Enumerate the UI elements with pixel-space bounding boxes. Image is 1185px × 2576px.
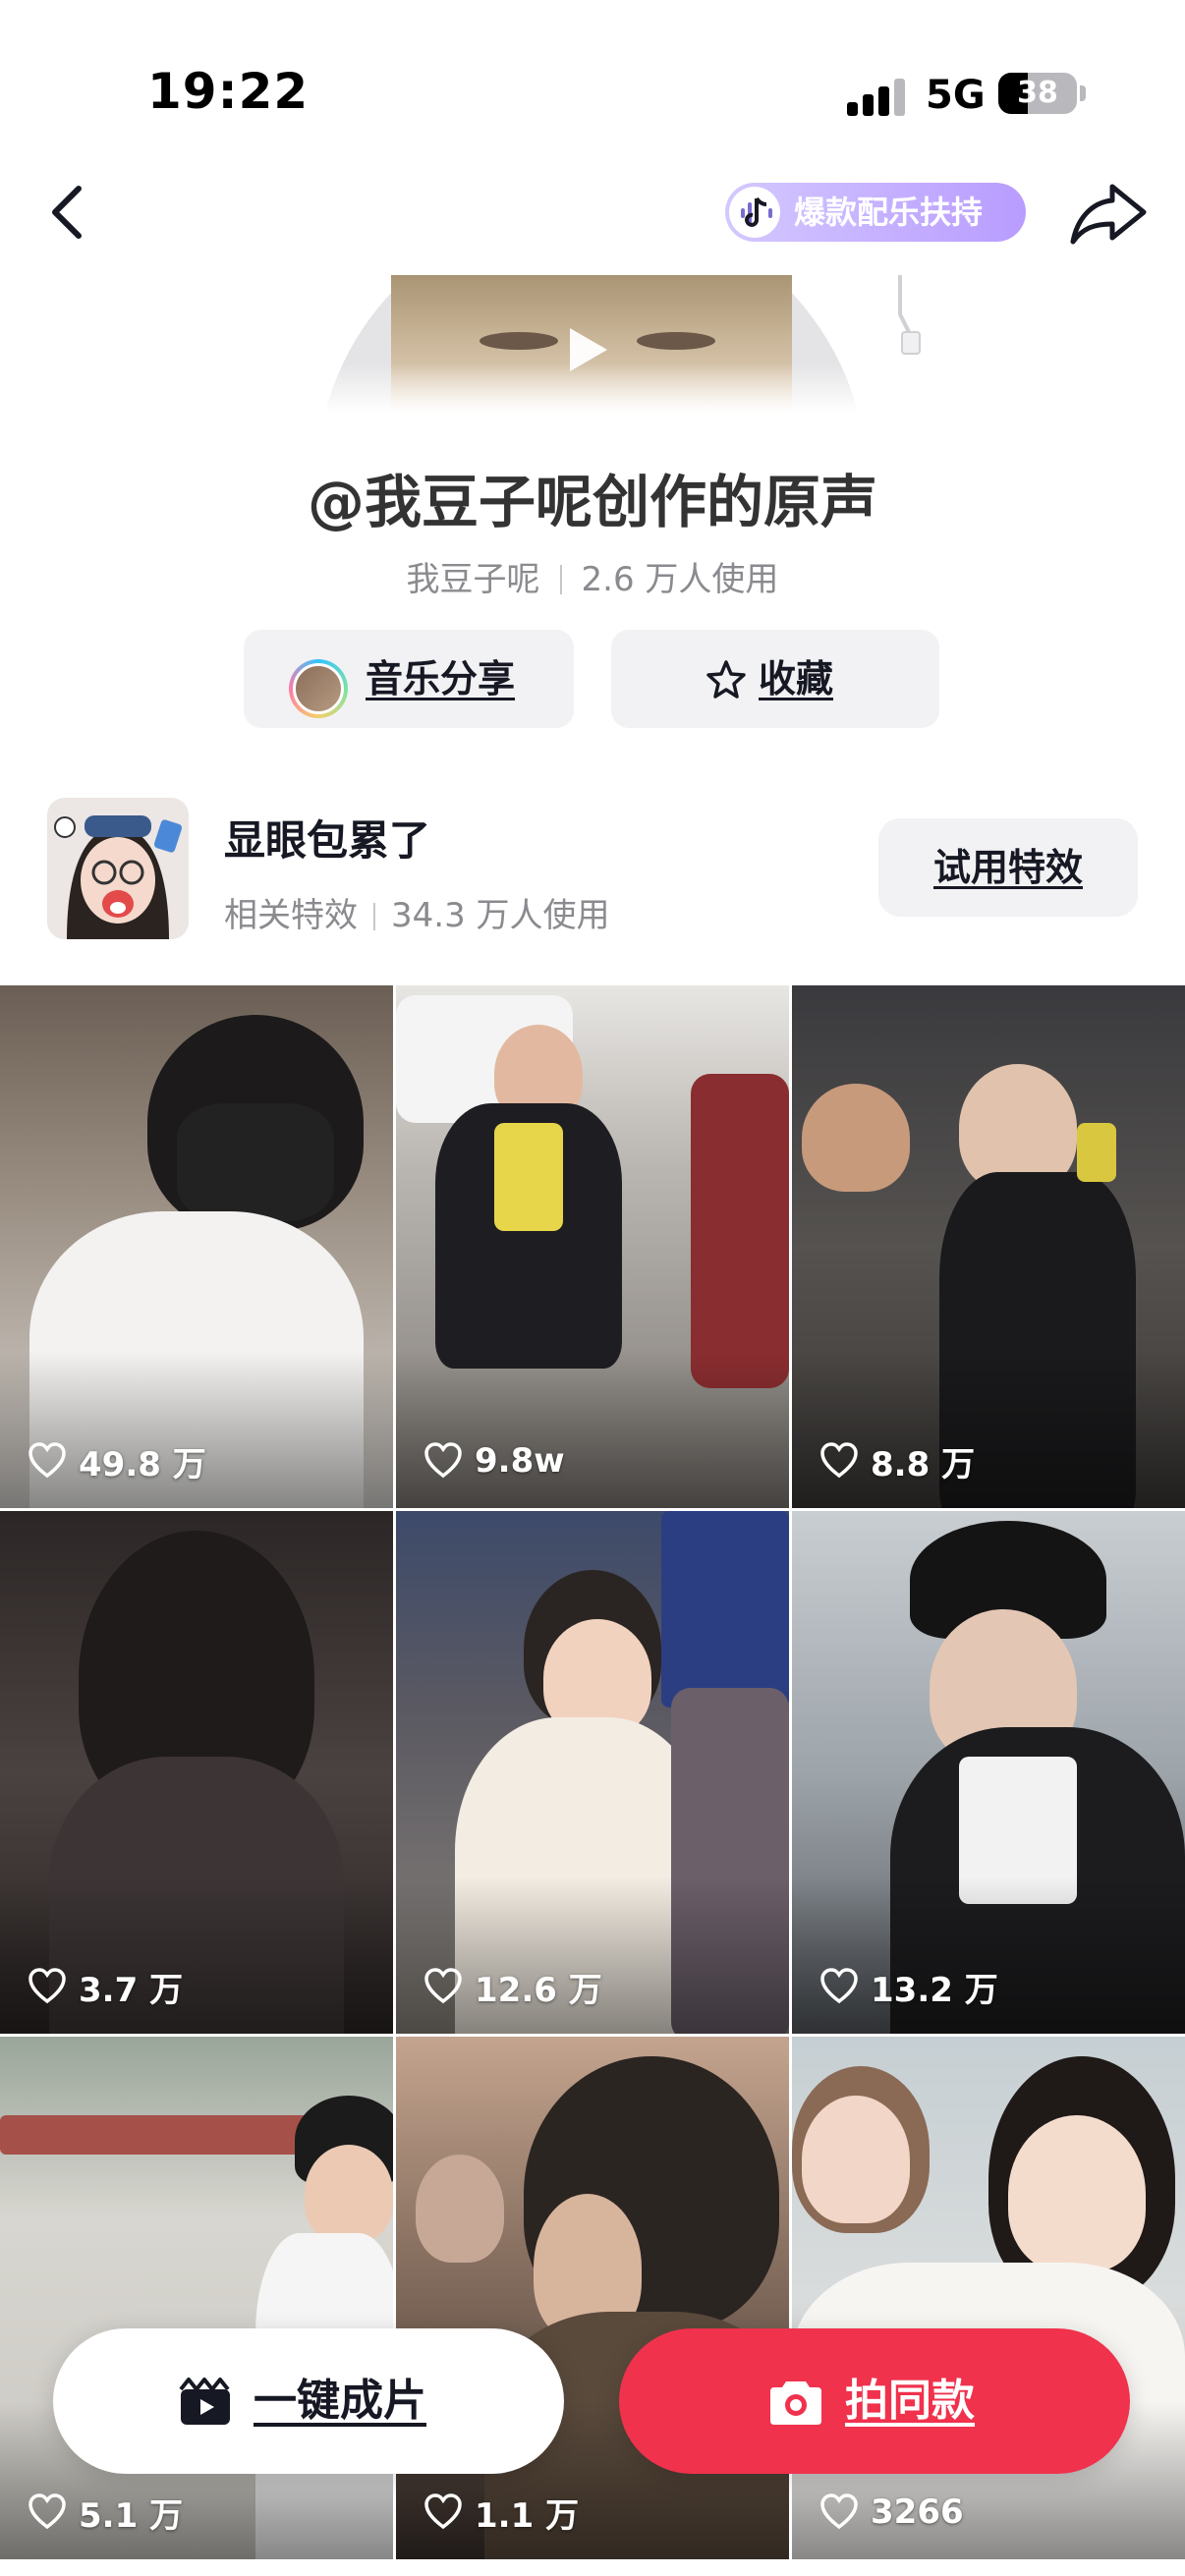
like-count-text: 3.7 万 (79, 1970, 184, 2010)
tonearm-icon (898, 275, 921, 355)
like-count-text: 8.8 万 (871, 1444, 976, 1484)
heart-icon (424, 1442, 462, 1479)
tiktok-music-icon (729, 187, 780, 238)
like-count-text: 3266 (871, 2492, 964, 2532)
divider (373, 903, 375, 930)
battery-tip (1080, 85, 1086, 101)
figure (1077, 1123, 1116, 1182)
video-tile[interactable]: 13.2 万 (792, 1511, 1185, 2034)
like-count: 13.2 万 (819, 1963, 998, 2010)
star-icon (706, 660, 746, 699)
share-arrow-icon (1070, 184, 1147, 245)
tile-shade (396, 1351, 789, 1508)
like-count: 12.6 万 (423, 1963, 602, 2010)
battery-level: 38 (1017, 76, 1058, 110)
music-author[interactable]: 我豆子呢 (407, 560, 540, 599)
like-count: 9.8w (423, 1437, 565, 1484)
like-count: 3266 (819, 2489, 964, 2536)
like-count: 49.8 万 (28, 1437, 206, 1484)
figure (691, 1074, 789, 1388)
effect-thumbnail[interactable] (47, 798, 189, 939)
one-click-create-button[interactable]: 一键成片 (53, 2328, 564, 2474)
like-count: 8.8 万 (819, 1437, 975, 1484)
music-share-button[interactable]: 音乐分享 (244, 630, 574, 728)
cover-fade (0, 364, 1185, 413)
heart-icon (820, 1442, 858, 1479)
like-count-text: 1.1 万 (475, 2495, 580, 2536)
like-count: 1.1 万 (423, 2489, 579, 2536)
music-meta: 我豆子呢 2.6 万人使用 (0, 552, 1185, 600)
promo-badge[interactable]: 爆款配乐扶持 (725, 183, 1026, 242)
shoot-same-label: 拍同款 (845, 2376, 975, 2426)
figure (177, 1103, 334, 1221)
effect-meta: 相关特效 34.3 万人使用 (224, 888, 610, 936)
battery-icon: 38 (998, 73, 1077, 114)
heart-icon (424, 1968, 462, 2004)
figure (802, 1084, 910, 1192)
figure (416, 2155, 504, 2263)
figure (494, 1123, 563, 1231)
divider (559, 565, 562, 594)
heart-icon (820, 2493, 858, 2530)
back-button[interactable] (39, 173, 98, 252)
clapperboard-icon (179, 2378, 230, 2425)
heart-icon (820, 1968, 858, 2004)
heart-icon (28, 2493, 66, 2530)
effect-tag: 相关特效 (224, 896, 358, 935)
signal-icon (847, 77, 906, 116)
video-tile[interactable]: 3.7 万 (0, 1511, 393, 2034)
video-tile[interactable]: 8.8 万 (792, 985, 1185, 1508)
like-count-text: 5.1 万 (79, 2495, 184, 2536)
video-tile[interactable]: 1.1 万 (396, 2037, 789, 2559)
effect-name[interactable]: 显眼包累了 (224, 808, 430, 868)
network-type: 5G (926, 73, 986, 118)
like-count-text: 49.8 万 (79, 1444, 206, 1484)
promo-label: 爆款配乐扶持 (794, 194, 984, 231)
camera-icon (770, 2381, 821, 2425)
like-count: 5.1 万 (28, 2489, 183, 2536)
heart-icon (424, 2493, 462, 2530)
video-tile[interactable]: 5.1 万 (0, 2037, 393, 2559)
shoot-same-button[interactable]: 拍同款 (619, 2328, 1130, 2474)
tile-shade (792, 1351, 1185, 1508)
try-effect-button[interactable]: 试用特效 (878, 818, 1138, 917)
figure (1008, 2115, 1146, 2272)
like-count-text: 13.2 万 (871, 1970, 998, 2010)
share-button[interactable] (1065, 173, 1154, 252)
figure (661, 1511, 789, 1708)
heart-icon (28, 1968, 66, 2004)
music-share-label: 音乐分享 (366, 657, 516, 700)
status-time: 19:22 (147, 63, 310, 120)
like-count: 3.7 万 (28, 1963, 183, 2010)
music-avatar (289, 659, 348, 718)
figure (305, 2145, 393, 2243)
favorite-button[interactable]: 收藏 (611, 630, 939, 728)
one-click-create-label: 一键成片 (254, 2376, 426, 2426)
video-tile[interactable]: 3266 (792, 2037, 1185, 2559)
music-usage: 2.6 万人使用 (581, 560, 779, 599)
like-count-text: 12.6 万 (475, 1970, 602, 2010)
music-title: @我豆子呢创作的原声 (307, 469, 877, 535)
favorite-label: 收藏 (759, 657, 834, 700)
effect-usage: 34.3 万人使用 (391, 896, 610, 935)
video-tile[interactable]: 49.8 万 (0, 985, 393, 1508)
chevron-left-icon (52, 186, 82, 239)
video-tile[interactable]: 9.8w (396, 985, 789, 1508)
music-cover[interactable] (0, 275, 1185, 413)
like-count-text: 9.8w (475, 1441, 565, 1481)
status-bar: 19:22 5G 38 (0, 0, 1185, 167)
figure (802, 2096, 910, 2223)
video-tile[interactable]: 12.6 万 (396, 1511, 789, 2034)
heart-icon (28, 1442, 66, 1479)
tile-shade (0, 1876, 393, 2034)
